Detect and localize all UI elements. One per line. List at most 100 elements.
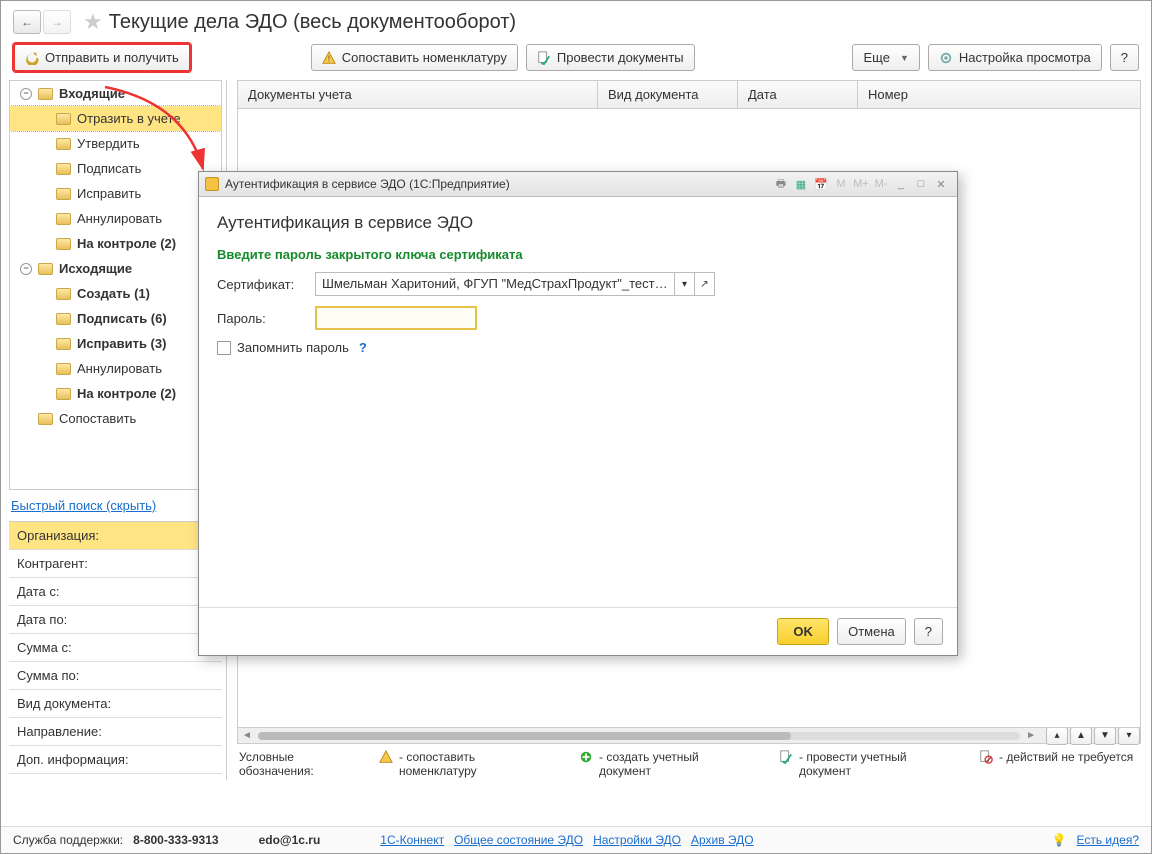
tree-item-label: На контроле (2): [77, 386, 176, 401]
filter-direction[interactable]: Направление:: [9, 718, 222, 746]
certificate-select[interactable]: Шмельман Харитоний, ФГУП "МедСтрахПродук…: [315, 272, 715, 296]
tree-approve[interactable]: Утвердить: [10, 131, 221, 156]
send-receive-button[interactable]: Отправить и получить: [13, 43, 191, 72]
column-doc-type[interactable]: Вид документа: [598, 81, 738, 108]
minimize-icon[interactable]: _: [891, 175, 911, 193]
app-icon: [205, 177, 219, 191]
legend-item-post: - провести учетный документ: [779, 750, 939, 778]
filter-counterparty[interactable]: Контрагент:: [9, 550, 222, 578]
filter-date-to[interactable]: Дата по:: [9, 606, 222, 634]
tree-match[interactable]: Сопоставить: [10, 406, 221, 431]
folder-icon: [38, 413, 53, 425]
quick-search-link[interactable]: Быстрый поиск (скрыть): [9, 490, 222, 521]
footer-link-connect[interactable]: 1С-Коннект: [380, 833, 444, 847]
filter-date-from[interactable]: Дата с:: [9, 578, 222, 606]
filter-doc-type[interactable]: Вид документа:: [9, 690, 222, 718]
password-input[interactable]: [315, 306, 477, 330]
tree-annul-out[interactable]: Аннулировать: [10, 356, 221, 381]
ok-button[interactable]: OK: [777, 618, 829, 645]
footer-link-settings[interactable]: Настройки ЭДО: [593, 833, 681, 847]
warning-icon: !: [322, 51, 336, 65]
tree-correct[interactable]: Исправить: [10, 181, 221, 206]
m-button[interactable]: M: [831, 175, 851, 193]
nav-forward-button[interactable]: →: [43, 10, 71, 34]
certificate-label: Сертификат:: [217, 277, 307, 292]
favorite-star-icon[interactable]: ★: [83, 9, 103, 35]
m-plus-button[interactable]: M+: [851, 175, 871, 193]
post-documents-button[interactable]: Провести документы: [526, 44, 695, 71]
document-blocked-icon: [979, 750, 993, 764]
calendar-icon[interactable]: 📅: [811, 175, 831, 193]
horizontal-scrollbar[interactable]: ◄ ► ▴ ▲ ▼ ▾: [237, 728, 1141, 744]
grid-icon[interactable]: ▦: [791, 175, 811, 193]
chevron-down-icon: ▼: [900, 53, 909, 63]
grid-header: Документы учета Вид документа Дата Номер: [237, 80, 1141, 109]
chevron-down-icon[interactable]: ▾: [674, 273, 694, 295]
filter-sum-from[interactable]: Сумма с:: [9, 634, 222, 662]
remember-password-checkbox[interactable]: [217, 341, 231, 355]
close-icon[interactable]: ✕: [931, 175, 951, 193]
send-receive-label: Отправить и получить: [45, 50, 179, 65]
collapse-icon[interactable]: −: [20, 263, 32, 275]
tree-on-control-out[interactable]: На контроле (2): [10, 381, 221, 406]
footer: Служба поддержки: 8-800-333-9313 edo@1c.…: [1, 826, 1151, 853]
more-button[interactable]: Еще ▼: [852, 44, 919, 71]
match-nomenclature-button[interactable]: ! Сопоставить номенклатуру: [311, 44, 518, 71]
collapse-icon[interactable]: −: [20, 88, 32, 100]
tree-correct-out[interactable]: Исправить (3): [10, 331, 221, 356]
modal-titlebar[interactable]: Аутентификация в сервисе ЭДО (1С:Предпри…: [199, 172, 957, 197]
support-phone: 8-800-333-9313: [133, 833, 218, 847]
tree-incoming-label: Входящие: [59, 86, 125, 101]
view-settings-label: Настройка просмотра: [959, 50, 1091, 65]
scroll-bottom-button[interactable]: ▾: [1118, 727, 1140, 745]
tree-item-label: Исправить: [77, 186, 141, 201]
modal-help-button[interactable]: ?: [914, 618, 943, 645]
tree-reflect-in-accounting[interactable]: Отразить в учете: [10, 106, 221, 131]
tree-incoming[interactable]: − Входящие: [10, 81, 221, 106]
folder-icon: [56, 238, 71, 250]
tree-item-label: Подписать (6): [77, 311, 167, 326]
folder-tree[interactable]: − Входящие Отразить в учете Утвердить По…: [9, 80, 222, 490]
cancel-button[interactable]: Отмена: [837, 618, 906, 645]
legend: Условные обозначения: - сопоставить номе…: [237, 744, 1141, 780]
scroll-up-button[interactable]: ▲: [1070, 727, 1092, 745]
filter-list: Организация: Контрагент: Дата с: Дата по…: [9, 521, 222, 774]
idea-link[interactable]: Есть идея?: [1076, 833, 1139, 847]
help-icon[interactable]: ?: [359, 340, 367, 355]
folder-icon: [56, 388, 71, 400]
match-nomenclature-label: Сопоставить номенклатуру: [342, 50, 507, 65]
print-icon[interactable]: 🖶: [771, 175, 791, 193]
footer-link-archive[interactable]: Архив ЭДО: [691, 833, 754, 847]
column-number[interactable]: Номер: [858, 81, 1140, 108]
maximize-icon[interactable]: □: [911, 175, 931, 193]
folder-icon: [56, 338, 71, 350]
footer-link-status[interactable]: Общее состояние ЭДО: [454, 833, 583, 847]
tree-sign-out[interactable]: Подписать (6): [10, 306, 221, 331]
scroll-down-button[interactable]: ▼: [1094, 727, 1116, 745]
column-documents[interactable]: Документы учета: [238, 81, 598, 108]
scroll-top-button[interactable]: ▴: [1046, 727, 1068, 745]
tree-match-label: Сопоставить: [59, 411, 136, 426]
filter-organization[interactable]: Организация:: [9, 522, 222, 550]
legend-label: Условные обозначения:: [239, 750, 339, 778]
filter-extra-info[interactable]: Доп. информация:: [9, 746, 222, 774]
legend-item-none: - действий не требуется: [979, 750, 1139, 778]
view-settings-button[interactable]: Настройка просмотра: [928, 44, 1102, 71]
document-check-icon: [779, 750, 793, 764]
tree-annul[interactable]: Аннулировать: [10, 206, 221, 231]
help-button[interactable]: ?: [1110, 44, 1139, 71]
m-minus-button[interactable]: M-: [871, 175, 891, 193]
tree-outgoing[interactable]: − Исходящие: [10, 256, 221, 281]
nav-back-button[interactable]: ←: [13, 10, 41, 34]
column-date[interactable]: Дата: [738, 81, 858, 108]
tree-create[interactable]: Создать (1): [10, 281, 221, 306]
legend-item-create: - создать учетный документ: [579, 750, 739, 778]
modal-titlebar-text: Аутентификация в сервисе ЭДО (1С:Предпри…: [225, 177, 510, 191]
open-icon[interactable]: ↗: [694, 273, 714, 295]
folder-icon: [56, 163, 71, 175]
tree-on-control-in[interactable]: На контроле (2): [10, 231, 221, 256]
tree-sign[interactable]: Подписать: [10, 156, 221, 181]
folder-icon: [56, 113, 71, 125]
tree-item-label: Создать (1): [77, 286, 150, 301]
filter-sum-to[interactable]: Сумма по:: [9, 662, 222, 690]
